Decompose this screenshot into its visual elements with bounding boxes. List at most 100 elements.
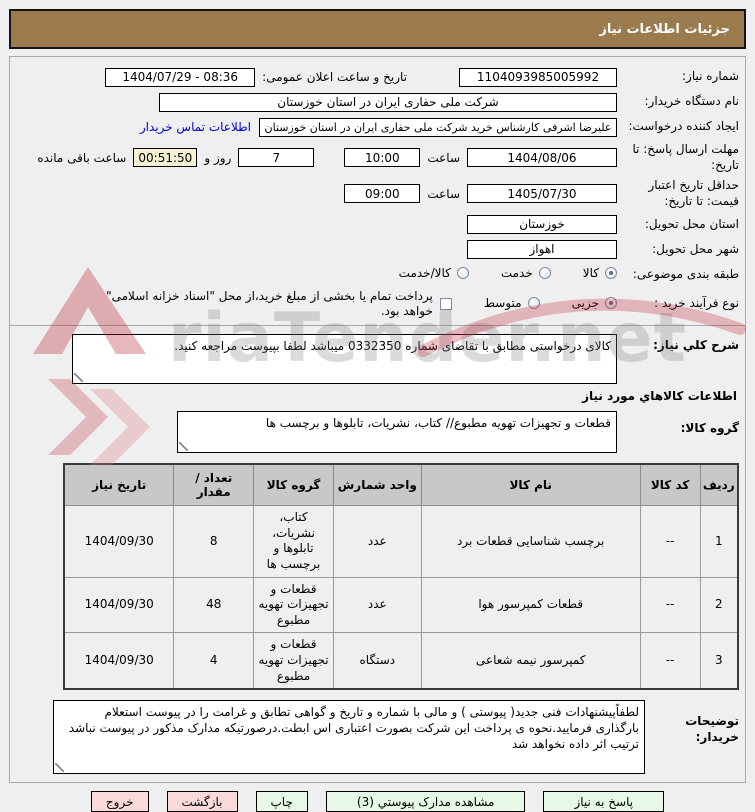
page-title-bar: جزئیات اطلاعات نیاز — [9, 9, 746, 49]
resize-handle-icon[interactable] — [74, 373, 83, 383]
response-deadline-hour-label: ساعت — [427, 150, 460, 165]
response-deadline-time-field[interactable]: 10:00 — [344, 148, 421, 168]
buyer-notes-textarea[interactable]: لطفاًپیشنهادات فنی جدید( پیوستی ) و مالی… — [53, 700, 645, 775]
table-cell: کتاب، نشریات، تابلوها و برچسب ها — [253, 505, 334, 578]
treasury-docs-checkbox[interactable] — [439, 297, 452, 310]
table-cell: برچسب شناسایی قطعات برد — [420, 505, 641, 578]
radio-icon[interactable] — [527, 296, 540, 309]
table-row: 2 -- قطعات کمپرسور هوا عدد قطعات و تجهیزات ت… — [63, 576, 739, 634]
column-header: تاریخ نیاز — [63, 463, 175, 507]
response-deadline-label: مهلت ارسال پاسخ: تا تاریخ: — [632, 142, 739, 172]
delivery-province-row: استان محل تحویل: خوزستان — [16, 214, 739, 234]
price-validity-hour-label: ساعت — [427, 186, 460, 201]
need-description-row: شرح کلي نیاز: کالای درخواستی مطابق با تق… — [16, 334, 739, 385]
table-row: 1 -- برچسب شناسایی قطعات برد عدد کتاب، نشریا… — [63, 505, 739, 578]
column-header: تعداد / مقدار — [173, 463, 255, 507]
request-creator-field[interactable]: علیرضا اشرفی کارشناس خرید شرکت ملی حفاری… — [259, 117, 617, 137]
table-cell: 3 — [699, 632, 739, 690]
classification-label: طبقه بندی موضوعی: — [632, 266, 739, 281]
table-cell: 4 — [173, 632, 255, 690]
table-cell: 1404/09/30 — [63, 576, 175, 634]
price-validity-row: حداقل تاریخ اعتبار قیمت: تا تاریخ: 1405/… — [16, 178, 739, 209]
purchase-process-row: نوع فرآیند خرید : جزیی متوسط پرداخت تمام … — [16, 289, 739, 318]
table-cell: 8 — [173, 505, 255, 578]
details-panel: شماره نیاز: 1104093985005992 تاریخ و ساع… — [9, 56, 746, 784]
radio-option[interactable]: جزیی — [572, 296, 617, 310]
countdown-timer: 00:51:50 — [133, 148, 198, 168]
request-creator-label: ایجاد کننده درخواست: — [628, 119, 739, 134]
purchase-process-label: نوع فرآیند خرید : — [654, 295, 739, 310]
table-cell: 1404/09/30 — [63, 632, 175, 690]
goods-group-label: گروه کالا: — [680, 421, 739, 436]
table-cell: 2 — [699, 576, 739, 634]
goods-info-section: شرح کلي نیاز: کالای درخواستی مطابق با تق… — [10, 325, 745, 782]
radio-icon[interactable] — [538, 267, 551, 280]
need-info-section: شماره نیاز: 1104093985005992 تاریخ و ساع… — [10, 57, 745, 325]
price-validity-time-field[interactable]: 09:00 — [344, 184, 421, 204]
back-button[interactable]: بازگشت — [166, 791, 238, 812]
buyer-org-field[interactable]: شرکت ملی حفاری ایران در استان خوزستان — [159, 92, 617, 112]
delivery-city-row: شهر محل تحویل: اهواز — [16, 239, 739, 259]
action-button-bar: پاسخ به نیاز مشاهده مدارک پیوستي (3) چاپ با… — [0, 791, 755, 812]
column-header: نام کالا — [420, 463, 641, 507]
need-number-label: شماره نیاز: — [682, 69, 739, 84]
view-attachments-button[interactable]: مشاهده مدارک پیوستي (3) — [325, 791, 526, 812]
table-cell: 1404/09/30 — [63, 505, 175, 578]
radio-option[interactable]: متوسط — [484, 296, 540, 310]
radio-icon[interactable] — [605, 267, 617, 280]
column-header: واحد شمارش — [332, 463, 422, 507]
table-cell: قطعات کمپرسور هوا — [420, 576, 641, 634]
radio-option[interactable]: خدمت — [501, 266, 551, 280]
respond-button[interactable]: پاسخ به نیاز — [543, 791, 665, 812]
goods-group-row: گروه کالا: قطعات و تجهیزات تهویه مطبوع//… — [16, 411, 739, 454]
goods-table: ردیف کد کالا نام کالا واحد شمارش گروه کالا تع… — [63, 463, 739, 691]
exit-button[interactable]: خروج — [90, 791, 149, 812]
buyer-org-label: نام دستگاه خریدار: — [644, 94, 740, 109]
radio-option[interactable]: کالا — [583, 266, 617, 280]
table-cell: قطعات و تجهیزات تهویه مطبوع — [253, 632, 334, 690]
column-header: ردیف — [699, 463, 739, 507]
table-cell: -- — [639, 505, 701, 578]
radio-label: کالا/خدمت — [398, 266, 451, 281]
table-cell: کمپرسور نیمه شعاعی — [420, 632, 641, 690]
announce-datetime-label: تاریخ و ساعت اعلان عمومی: — [262, 70, 407, 84]
column-header: گروه کالا — [253, 463, 334, 507]
need-number-field[interactable]: 1104093985005992 — [459, 67, 617, 87]
radio-icon[interactable] — [456, 267, 469, 280]
buyer-notes-label: توضیحات خریدار: — [685, 714, 739, 744]
classification-row: طبقه بندی موضوعی: کالا خدمت کالا/خدمت — [16, 264, 739, 284]
response-deadline-date-field[interactable]: 1404/08/06 — [467, 148, 617, 168]
days-remaining-field: 7 — [238, 148, 315, 168]
table-row: 3 -- کمپرسور نیمه شعاعی دستگاه قطعات و تجهیز… — [63, 632, 739, 690]
need-description-textarea[interactable]: کالای درخواستی مطابق با تقاضای شماره 033… — [72, 334, 617, 385]
resize-handle-icon[interactable] — [55, 763, 64, 773]
page-title: جزئیات اطلاعات نیاز — [599, 21, 730, 37]
column-header: کد کالا — [639, 463, 701, 507]
print-button[interactable]: چاپ — [255, 791, 308, 812]
table-cell: قطعات و تجهیزات تهویه مطبوع — [253, 576, 334, 634]
price-validity-date-field[interactable]: 1405/07/30 — [467, 184, 617, 204]
buyer-contact-link[interactable]: اطلاعات تماس خریدار — [140, 120, 251, 134]
table-cell: 48 — [173, 576, 255, 634]
buyer-org-row: نام دستگاه خریدار: شرکت ملی حفاری ایران … — [16, 92, 739, 112]
delivery-city-field[interactable]: اهواز — [467, 239, 617, 259]
table-cell: 1 — [699, 505, 739, 578]
need-number-row: شماره نیاز: 1104093985005992 تاریخ و ساع… — [16, 67, 739, 87]
table-header-row: ردیف کد کالا نام کالا واحد شمارش گروه کالا تع… — [63, 463, 739, 507]
radio-option[interactable]: کالا/خدمت — [399, 266, 469, 280]
goods-group-textarea[interactable]: قطعات و تجهیزات تهویه مطبوع// کتاب، نشری… — [177, 411, 617, 454]
radio-label: متوسط — [483, 295, 522, 310]
radio-label: جزیی — [571, 295, 599, 310]
buyer-notes-row: توضیحات خریدار: لطفاًپیشنهادات فنی جدید(… — [16, 700, 739, 775]
time-remaining-label: ساعت باقی مانده — [37, 150, 127, 165]
table-cell: -- — [639, 632, 701, 690]
resize-handle-icon[interactable] — [179, 442, 188, 452]
radio-icon[interactable] — [605, 296, 617, 309]
table-cell: -- — [639, 576, 701, 634]
delivery-city-label: شهر محل تحویل: — [652, 241, 739, 256]
classification-options: کالا خدمت کالا/خدمت — [367, 266, 617, 282]
treasury-docs-checkbox-label: پرداخت تمام یا بخشی از مبلغ خرید،از محل … — [106, 289, 433, 318]
response-deadline-row: مهلت ارسال پاسخ: تا تاریخ: 1404/08/06 سا… — [16, 142, 739, 173]
delivery-province-field[interactable]: خوزستان — [467, 214, 617, 234]
announce-datetime-field[interactable]: 1404/07/29 - 08:36 — [105, 67, 256, 87]
